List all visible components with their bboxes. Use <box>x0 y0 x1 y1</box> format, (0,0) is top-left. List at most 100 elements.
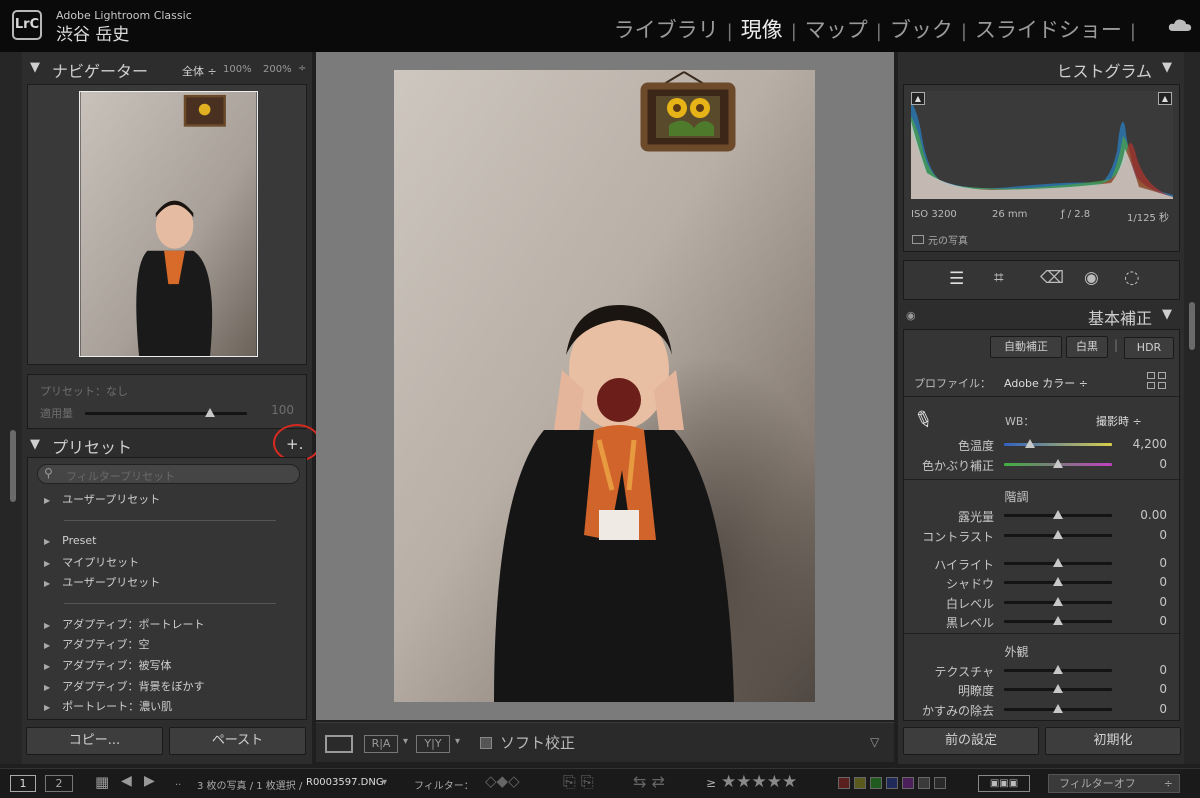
zoom-100[interactable]: 100% <box>223 64 252 75</box>
slider-value[interactable]: 0 <box>1117 575 1167 589</box>
green-label-icon[interactable] <box>870 777 882 789</box>
collapse-triangle-icon[interactable]: ▼ <box>30 60 40 75</box>
star-icon[interactable]: ★ <box>736 772 751 792</box>
slider-thumb[interactable] <box>1053 665 1063 674</box>
collapse-triangle-icon[interactable]: ▼ <box>30 437 40 452</box>
paste-button[interactable]: ペースト <box>169 727 306 755</box>
slider-value[interactable]: 0 <box>1117 528 1167 542</box>
profile-dropdown[interactable]: Adobe カラー ÷ <box>1004 375 1088 391</box>
main-photo[interactable] <box>394 70 815 702</box>
before-after-yy-icon[interactable]: Y|Y <box>416 735 450 753</box>
slider-thumb[interactable] <box>1053 459 1063 468</box>
flag-filter-icon[interactable]: ◇◆◇ <box>485 772 520 790</box>
slider-thumb[interactable] <box>1053 558 1063 567</box>
slider-value[interactable]: 0 <box>1117 702 1167 716</box>
rating-operator[interactable]: ≥ <box>706 776 716 790</box>
slider-thumb[interactable] <box>1024 439 1035 448</box>
preset-group-item[interactable]: ▶ アダプティブ：空 <box>44 636 150 652</box>
preset-group-item[interactable]: ▶ Preset <box>44 534 96 547</box>
module-book[interactable]: ブック <box>890 18 953 42</box>
zoom-200[interactable]: 200% <box>263 64 292 75</box>
collapse-triangle-icon[interactable]: ▼ <box>1162 60 1172 75</box>
expand-triangle-icon[interactable]: ▶ <box>44 641 50 650</box>
eraser-icon[interactable]: ⌫ <box>1040 268 1064 288</box>
none-label-icon[interactable] <box>934 777 946 789</box>
slider-thumb[interactable] <box>1053 684 1063 693</box>
module-develop[interactable]: 現像 <box>741 18 783 42</box>
gray-label-icon[interactable] <box>918 777 930 789</box>
compare-filter-icon[interactable]: ⇆ ⇄ <box>633 772 665 791</box>
expand-triangle-icon[interactable]: ▶ <box>44 703 50 712</box>
dropdown-arrow-icon[interactable]: ▾ <box>403 736 408 747</box>
forward-arrow-icon[interactable]: ▶ <box>144 773 155 789</box>
slider-thumb[interactable] <box>1053 510 1063 519</box>
before-after-lr-icon[interactable]: R|A <box>364 735 398 753</box>
preset-group-item[interactable]: ▶ マイプリセット <box>44 554 139 570</box>
expand-triangle-icon[interactable]: ▶ <box>44 496 50 505</box>
yellow-label-icon[interactable] <box>854 777 866 789</box>
slider-value[interactable]: 0 <box>1117 682 1167 696</box>
toolbar-menu-icon[interactable]: ▽ <box>870 735 879 749</box>
module-slideshow[interactable]: スライドショー <box>975 18 1122 42</box>
soft-proof-checkbox[interactable] <box>480 737 492 749</box>
blue-label-icon[interactable] <box>886 777 898 789</box>
eyedropper-icon[interactable]: ✎ <box>910 406 936 436</box>
star-icon[interactable]: ★ <box>782 772 797 792</box>
left-scrollbar[interactable] <box>10 430 16 502</box>
star-icon[interactable]: ★ <box>767 772 782 792</box>
module-map[interactable]: マップ <box>805 18 868 42</box>
back-arrow-icon[interactable]: ◀ <box>121 773 132 789</box>
slider-thumb[interactable] <box>1053 597 1063 606</box>
filename[interactable]: R0003597.DNG <box>306 777 384 788</box>
slider-value[interactable]: 4,200 <box>1117 437 1167 451</box>
edit-filter-icon[interactable]: ⎘ ⎘ <box>563 772 594 792</box>
preset-group-item[interactable]: ▶ ユーザープリセット <box>44 491 160 507</box>
black-white-button[interactable]: 白黒 <box>1066 336 1108 358</box>
expand-triangle-icon[interactable]: ▶ <box>44 537 50 546</box>
histogram-chart[interactable] <box>911 91 1173 199</box>
profile-browser-icon[interactable] <box>1147 372 1167 390</box>
preset-group-item[interactable]: ▶ アダプティブ：被写体 <box>44 657 172 673</box>
wb-dropdown[interactable]: 撮影時 ÷ <box>1096 413 1142 429</box>
reset-button[interactable]: 初期化 <box>1045 727 1181 755</box>
amount-slider[interactable] <box>85 412 247 415</box>
preset-filter-input[interactable]: ⚲ フィルタープリセット <box>37 464 300 484</box>
previous-button[interactable]: 前の設定 <box>903 727 1039 755</box>
edit-sliders-icon[interactable]: ☰ <box>949 269 964 289</box>
filter-off-dropdown[interactable]: フィルターオフ ÷ <box>1048 774 1180 793</box>
expand-triangle-icon[interactable]: ▶ <box>44 621 50 630</box>
dropdown-arrow-icon[interactable]: ▾ <box>455 736 460 747</box>
slider-value[interactable]: 0 <box>1117 556 1167 570</box>
shadow-clipping-icon[interactable]: ▲ <box>911 92 925 105</box>
visibility-eye-icon[interactable]: ◉ <box>906 309 916 322</box>
expand-triangle-icon[interactable]: ▶ <box>44 683 50 692</box>
copy-button[interactable]: コピー... <box>26 727 163 755</box>
monitor-1-button[interactable]: 1 <box>10 775 36 792</box>
filter-preset-icons[interactable]: ▣▣▣ <box>978 775 1030 792</box>
expand-triangle-icon[interactable]: ▶ <box>44 559 50 568</box>
expand-triangle-icon[interactable]: ▶ <box>44 579 50 588</box>
amount-slider-thumb[interactable] <box>204 408 215 417</box>
preset-group-item[interactable]: ▶ アダプティブ：背景をぼかす <box>44 678 205 694</box>
slider-value[interactable]: 0 <box>1117 614 1167 628</box>
module-library[interactable]: ライブラリ <box>614 18 719 42</box>
star-icon[interactable]: ★ <box>752 772 767 792</box>
monitor-2-button[interactable]: 2 <box>45 775 73 792</box>
hdr-button[interactable]: HDR <box>1124 337 1174 359</box>
highlight-clipping-icon[interactable]: ▲ <box>1158 92 1172 105</box>
red-eye-icon[interactable]: ◉ <box>1084 268 1099 288</box>
navigator-preview[interactable] <box>27 84 307 365</box>
filename-dropdown-icon[interactable]: ▾ <box>382 777 387 788</box>
crop-icon[interactable]: ⌗ <box>994 268 1004 288</box>
masking-icon[interactable]: ◌ <box>1124 267 1140 288</box>
preset-group-item[interactable]: ▶ ポートレート：濃い肌 <box>44 698 172 714</box>
cloud-icon[interactable] <box>1168 18 1192 32</box>
slider-thumb[interactable] <box>1053 530 1063 539</box>
purple-label-icon[interactable] <box>902 777 914 789</box>
slider-track[interactable] <box>1004 443 1112 446</box>
slider-value[interactable]: 0 <box>1117 595 1167 609</box>
navigator-thumbnail[interactable] <box>79 91 258 357</box>
slider-value[interactable]: 0 <box>1117 457 1167 471</box>
red-label-icon[interactable] <box>838 777 850 789</box>
slider-value[interactable]: 0 <box>1117 663 1167 677</box>
